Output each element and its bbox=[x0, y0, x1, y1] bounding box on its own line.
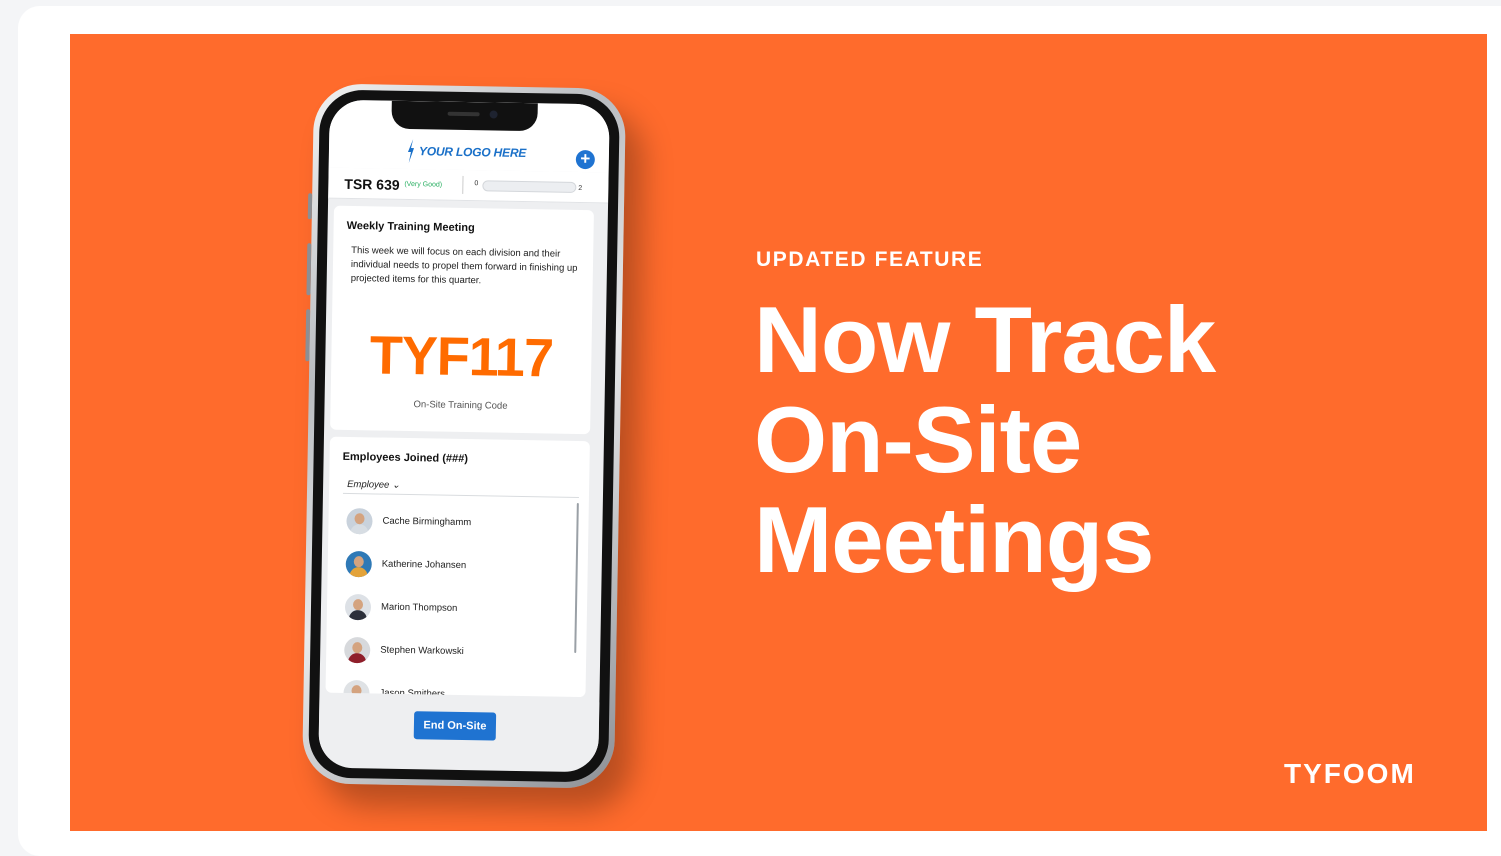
avatar bbox=[344, 636, 371, 663]
phone-bezel: YOUR LOGO HERE + TSR 639 (Very Good) 0 2… bbox=[308, 89, 620, 783]
employee-row[interactable]: Katherine Johansen bbox=[341, 542, 578, 589]
meeting-card: Weekly Training Meeting This week we wil… bbox=[330, 205, 594, 435]
lightning-bolt-icon bbox=[407, 139, 415, 163]
employee-row[interactable]: Stephen Warkowski bbox=[340, 628, 577, 675]
phone-screen: YOUR LOGO HERE + TSR 639 (Very Good) 0 2… bbox=[318, 99, 610, 773]
logo-text: YOUR LOGO HERE bbox=[418, 144, 527, 161]
employee-name: Cache Birminghamm bbox=[382, 515, 472, 529]
end-on-site-button[interactable]: End On-Site bbox=[413, 711, 497, 741]
front-camera bbox=[489, 110, 498, 119]
phone-notch bbox=[391, 100, 538, 132]
training-code: TYF117 bbox=[369, 325, 554, 389]
employee-name: Katherine Johansen bbox=[381, 558, 467, 572]
tsr-grade: (Very Good) bbox=[404, 180, 443, 189]
employees-card: Employees Joined (###) Employee ⌄ Cache … bbox=[325, 436, 590, 698]
brand-logo: TYFOOM bbox=[1284, 758, 1416, 789]
divider bbox=[342, 492, 579, 499]
employee-row[interactable]: Marion Thompson bbox=[341, 585, 578, 632]
phone-mockup: YOUR LOGO HERE + TSR 639 (Very Good) 0 2… bbox=[301, 83, 627, 789]
avatar bbox=[344, 593, 372, 620]
employee-sort-dropdown[interactable]: Employee ⌄ bbox=[347, 479, 400, 491]
avatar bbox=[343, 679, 370, 698]
feature-banner: YOUR LOGO HERE + TSR 639 (Very Good) 0 2… bbox=[70, 34, 1487, 831]
company-logo: YOUR LOGO HERE bbox=[407, 139, 527, 165]
avatar bbox=[346, 507, 373, 534]
employee-name: Jason Smithers bbox=[379, 687, 446, 698]
tsr-progress-track bbox=[482, 180, 577, 193]
tsr-score: TSR 639 bbox=[344, 175, 400, 193]
speaker-grille bbox=[447, 111, 480, 117]
employees-title: Employees Joined (###) bbox=[342, 450, 469, 466]
avatar bbox=[345, 550, 372, 577]
employee-name: Marion Thompson bbox=[380, 601, 458, 614]
phone-volume-down bbox=[305, 309, 311, 362]
employee-row[interactable]: Cache Birminghamm bbox=[342, 499, 579, 546]
headline: Now Track On-Site Meetings bbox=[754, 287, 1216, 592]
tsr-progress-min: 0 bbox=[474, 180, 479, 188]
plus-icon: + bbox=[580, 148, 591, 169]
feature-tag: UPDATED FEATURE bbox=[756, 248, 984, 271]
phone-mute-switch bbox=[307, 193, 313, 220]
footer-bar: End On-Site bbox=[318, 697, 600, 763]
add-button[interactable]: + bbox=[575, 148, 596, 170]
tsr-progress-max: 2 bbox=[578, 184, 583, 193]
tsr-score-bar: TSR 639 (Very Good) 0 2 bbox=[328, 167, 609, 204]
meeting-description: This week we will focus on each division… bbox=[350, 245, 578, 287]
phone-volume-up bbox=[306, 243, 312, 296]
tsr-divider bbox=[462, 175, 464, 194]
employee-name: Stephen Warkowski bbox=[380, 644, 464, 658]
employee-row[interactable]: Jason Smithers bbox=[339, 671, 576, 698]
employee-list: Cache Birminghamm Katherine Johansen Mario… bbox=[339, 499, 579, 698]
training-code-caption: On-Site Training Code bbox=[413, 399, 508, 412]
meeting-title: Weekly Training Meeting bbox=[346, 219, 475, 235]
